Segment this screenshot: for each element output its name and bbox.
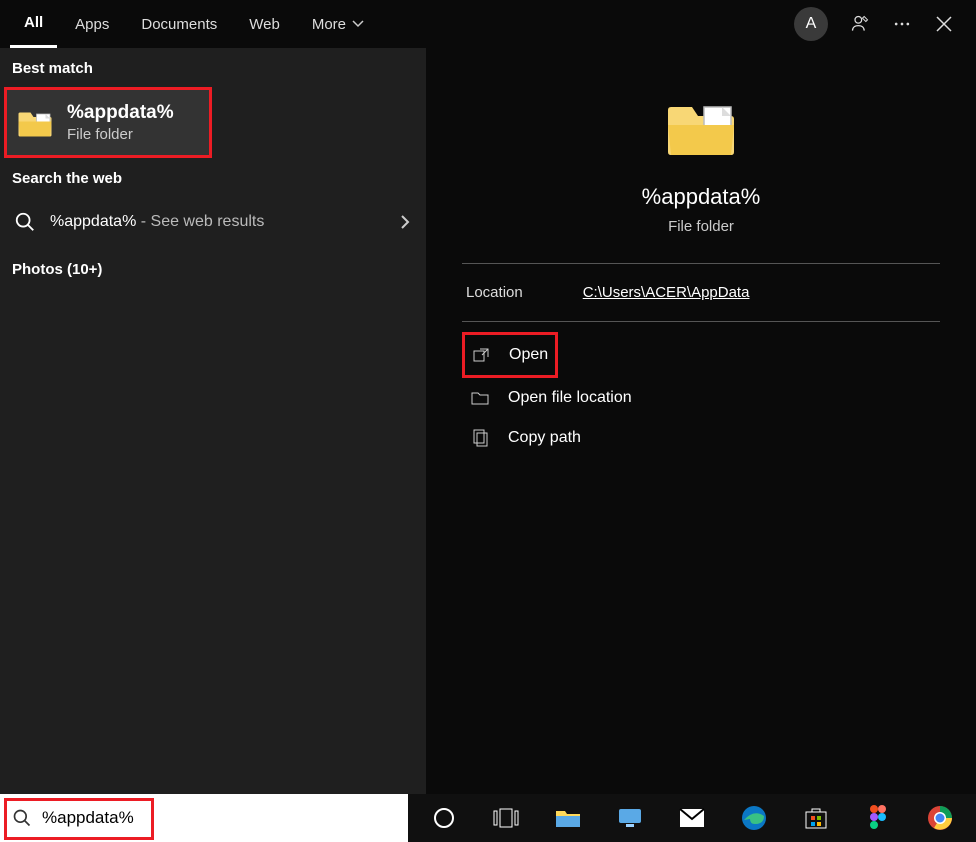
- action-copy-path[interactable]: Copy path: [462, 418, 940, 458]
- taskbar-search[interactable]: [0, 794, 408, 842]
- close-icon[interactable]: [934, 14, 954, 34]
- best-match-result[interactable]: %appdata% File folder: [4, 87, 212, 158]
- results-panel: Best match %appdata% File folder: [0, 48, 426, 794]
- figma-icon[interactable]: [862, 802, 894, 834]
- tab-more[interactable]: More: [298, 0, 378, 48]
- chrome-icon[interactable]: [924, 802, 956, 834]
- file-explorer-icon[interactable]: [552, 802, 584, 834]
- actions-list: Open Open file location Copy path: [462, 332, 940, 458]
- folder-icon: [17, 108, 53, 138]
- location-row: Location C:\Users\ACER\AppData: [462, 264, 940, 321]
- search-input[interactable]: [42, 808, 396, 828]
- more-options-icon[interactable]: [892, 14, 912, 34]
- search-icon: [14, 211, 36, 233]
- web-result-text: %appdata% - See web results: [50, 213, 264, 231]
- taskbar: [0, 794, 976, 842]
- action-label: Open: [509, 346, 548, 364]
- main-area: Best match %appdata% File folder: [0, 48, 976, 794]
- web-result-row[interactable]: %appdata% - See web results: [0, 197, 426, 247]
- tab-label: Documents: [141, 16, 217, 33]
- cortana-icon[interactable]: [428, 802, 460, 834]
- open-icon: [473, 345, 491, 365]
- search-web-label: Search the web: [0, 158, 426, 197]
- divider: [462, 321, 940, 322]
- edge-icon[interactable]: [738, 802, 770, 834]
- app-monitor-icon[interactable]: [614, 802, 646, 834]
- search-tabs-bar: All Apps Documents Web More A: [0, 0, 976, 48]
- tab-apps[interactable]: Apps: [61, 0, 123, 48]
- preview-subtitle: File folder: [462, 218, 940, 235]
- photos-section-label[interactable]: Photos (10+): [0, 247, 426, 292]
- topbar-right: A: [794, 7, 966, 41]
- chevron-down-icon: [352, 18, 364, 30]
- tabs: All Apps Documents Web More: [10, 0, 378, 48]
- folder-outline-icon: [470, 388, 490, 408]
- web-result-query: %appdata%: [50, 213, 136, 230]
- best-match-subtitle: File folder: [67, 126, 174, 143]
- copy-icon: [470, 428, 490, 448]
- best-match-text: %appdata% File folder: [67, 102, 174, 143]
- tab-web[interactable]: Web: [235, 0, 294, 48]
- taskbar-icons: [408, 794, 976, 842]
- chevron-right-icon: [398, 215, 412, 229]
- action-label: Open file location: [508, 389, 632, 407]
- folder-icon: [462, 96, 940, 160]
- avatar-letter: A: [806, 15, 817, 33]
- best-match-label: Best match: [0, 48, 426, 87]
- tab-all[interactable]: All: [10, 0, 57, 48]
- best-match-title: %appdata%: [67, 102, 174, 124]
- tab-label: All: [24, 14, 43, 31]
- microsoft-store-icon[interactable]: [800, 802, 832, 834]
- search-icon: [12, 808, 32, 828]
- feedback-icon[interactable]: [850, 14, 870, 34]
- tab-label: Web: [249, 16, 280, 33]
- mail-icon[interactable]: [676, 802, 708, 834]
- tab-documents[interactable]: Documents: [127, 0, 231, 48]
- action-open-file-location[interactable]: Open file location: [462, 378, 940, 418]
- task-view-icon[interactable]: [490, 802, 522, 834]
- location-path-link[interactable]: C:\Users\ACER\AppData: [583, 284, 750, 301]
- preview-title: %appdata%: [462, 184, 940, 210]
- action-open[interactable]: Open: [462, 332, 558, 378]
- action-label: Copy path: [508, 429, 581, 447]
- web-result-suffix: - See web results: [136, 213, 264, 230]
- location-label: Location: [466, 284, 523, 301]
- user-avatar[interactable]: A: [794, 7, 828, 41]
- tab-label: Apps: [75, 16, 109, 33]
- tab-label: More: [312, 16, 346, 33]
- preview-panel: %appdata% File folder Location C:\Users\…: [426, 48, 976, 794]
